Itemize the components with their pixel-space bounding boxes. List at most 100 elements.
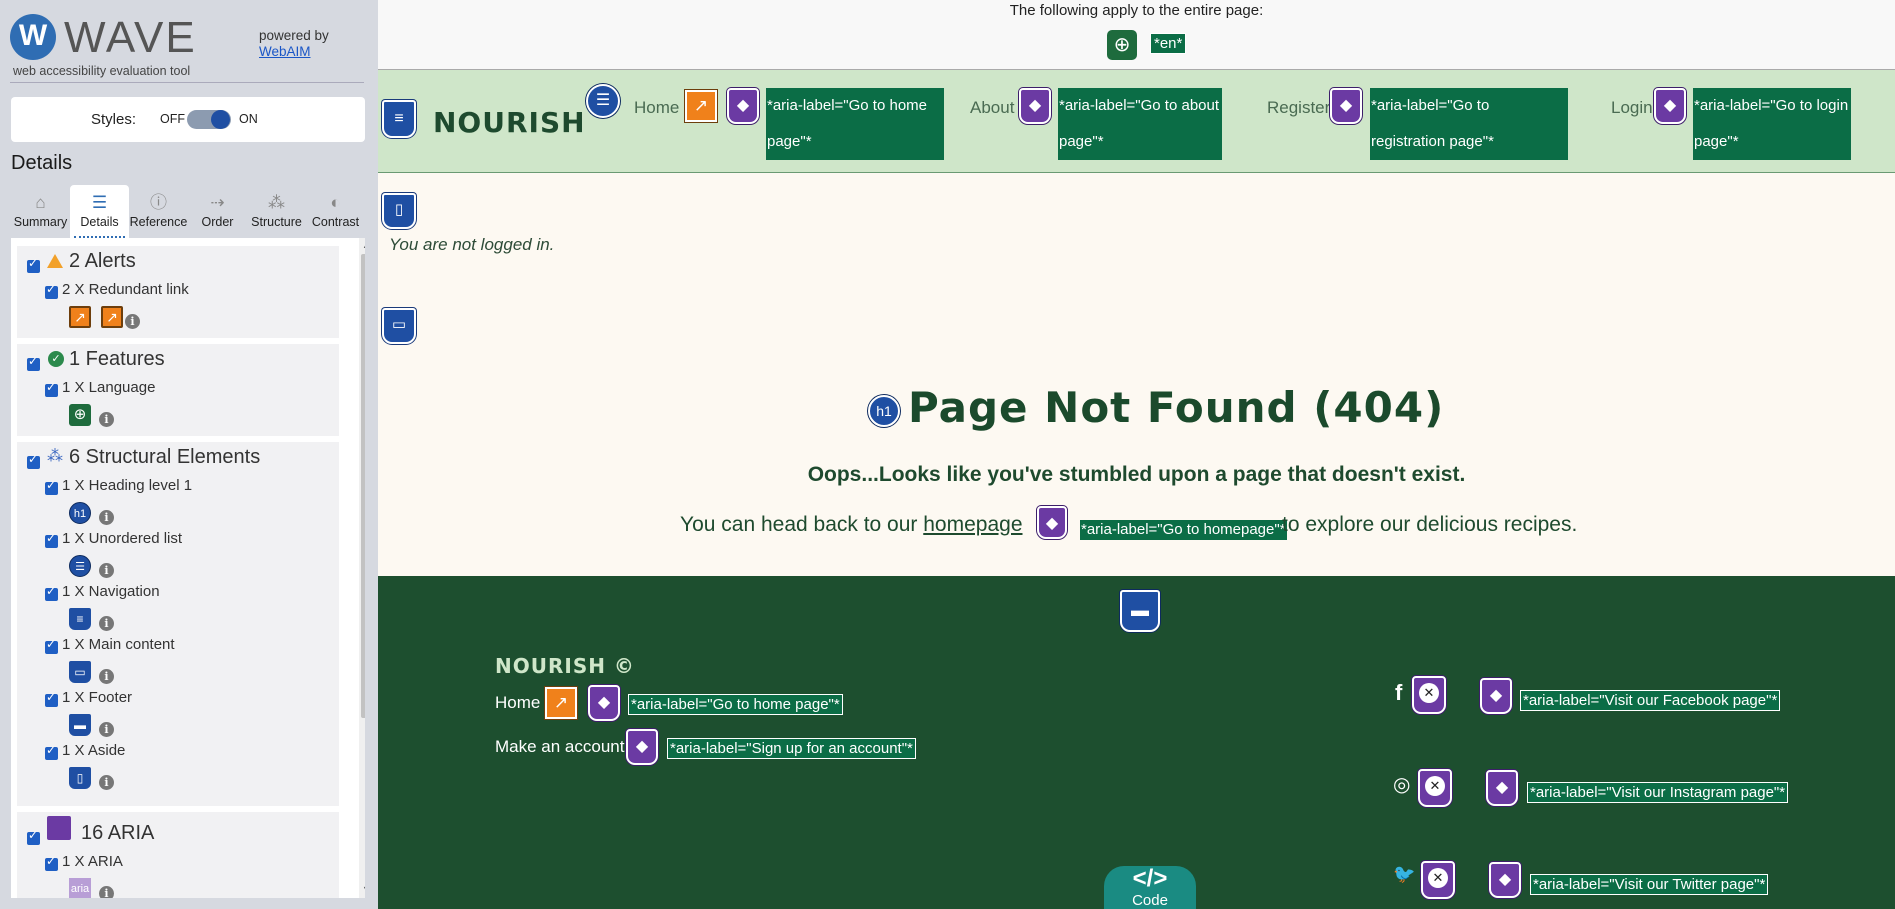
redundant-link-icon[interactable]: ↗ bbox=[101, 306, 123, 328]
tab-contrast[interactable]: ◐ Contrast bbox=[306, 185, 365, 238]
login-status: You are not logged in. bbox=[389, 235, 555, 254]
footer-link-home[interactable]: Home bbox=[495, 693, 540, 713]
redundant-link-checkbox[interactable] bbox=[45, 282, 58, 299]
globe-icon[interactable]: ⊕ bbox=[69, 404, 91, 426]
info-icon[interactable]: i bbox=[125, 314, 140, 329]
aria-tag-icon[interactable]: ◆ bbox=[727, 88, 759, 124]
aria-tag-icon[interactable]: ◆ bbox=[1480, 678, 1512, 714]
scrollbar-thumb[interactable] bbox=[361, 254, 365, 718]
footer-icon[interactable]: ▬ bbox=[1120, 590, 1160, 632]
category-aria: 16 ARIA 1 X ARIA aria i bbox=[17, 812, 339, 898]
aria-label-footer-account: *aria-label="Sign up for an account"* bbox=[667, 738, 916, 759]
nav-link-about[interactable]: About bbox=[970, 98, 1014, 118]
instagram-icon[interactable]: ◎ bbox=[1393, 772, 1410, 797]
aria-tag-icon[interactable]: ◆ bbox=[1330, 88, 1362, 124]
toggle-knob bbox=[211, 110, 230, 129]
footer-checkbox[interactable] bbox=[45, 690, 58, 707]
aside-label: 1 X Aside bbox=[62, 742, 126, 759]
facebook-icon[interactable]: f bbox=[1395, 680, 1402, 706]
info-icon[interactable]: i bbox=[99, 886, 114, 898]
aria-item-label: 1 X ARIA bbox=[62, 853, 123, 870]
info-icon[interactable]: i bbox=[99, 412, 114, 427]
h1-checkbox[interactable] bbox=[45, 478, 58, 495]
aria-checkbox[interactable] bbox=[27, 828, 40, 845]
aside-icon[interactable]: ▯ bbox=[69, 767, 91, 789]
aria-tag-icon[interactable]: ◆ bbox=[1489, 862, 1521, 898]
aria-label-home: *aria-label="Go to home page"* bbox=[766, 88, 944, 160]
list-icon: ☰ bbox=[91, 193, 108, 212]
aside-icon[interactable]: ▯ bbox=[382, 193, 416, 229]
homepage-link[interactable]: homepage bbox=[923, 513, 1022, 536]
aria-tag-icon[interactable]: ◆ bbox=[588, 685, 620, 721]
alerts-checkbox[interactable] bbox=[27, 256, 40, 273]
navigation-icon[interactable]: ≡ bbox=[69, 608, 91, 630]
nav-link-login[interactable]: Login bbox=[1611, 98, 1653, 118]
list-icon[interactable]: ☰ bbox=[69, 555, 91, 577]
tab-label: Summary bbox=[13, 215, 68, 229]
aria-tag-icon[interactable]: ◆ bbox=[1486, 770, 1518, 806]
aria-tag-icon[interactable]: ◆ bbox=[1019, 88, 1051, 124]
heading-icon[interactable]: h1 bbox=[868, 395, 900, 427]
tab-order[interactable]: ⇢ Order bbox=[188, 185, 247, 238]
redundant-link-icon[interactable]: ↗ bbox=[545, 687, 577, 719]
info-icon[interactable]: i bbox=[99, 722, 114, 737]
error-icon[interactable] bbox=[1421, 861, 1455, 899]
styles-toggle[interactable] bbox=[187, 110, 231, 129]
webaim-link[interactable]: WebAIM bbox=[259, 44, 329, 60]
structural-checkbox[interactable] bbox=[27, 452, 40, 469]
footer-link-account[interactable]: Make an account bbox=[495, 737, 624, 757]
aside-checkbox[interactable] bbox=[45, 743, 58, 760]
nav-checkbox[interactable] bbox=[45, 584, 58, 601]
aria-label-facebook: *aria-label="Visit our Facebook page"* bbox=[1520, 690, 1781, 711]
tab-label: Contrast bbox=[311, 215, 360, 229]
order-icon: ⇢ bbox=[210, 193, 225, 212]
redundant-link-icon[interactable]: ↗ bbox=[685, 90, 717, 122]
tab-details[interactable]: ☰ Details bbox=[70, 185, 129, 238]
info-icon[interactable]: i bbox=[99, 669, 114, 684]
aria-tag-icon[interactable]: ◆ bbox=[1654, 88, 1686, 124]
nav-link-home[interactable]: Home bbox=[634, 98, 679, 118]
aria-item-checkbox[interactable] bbox=[45, 854, 58, 871]
aria-tag-icon[interactable]: ◆ bbox=[1037, 506, 1067, 539]
styles-on-label: ON bbox=[239, 112, 258, 126]
footer-label: 1 X Footer bbox=[62, 689, 133, 706]
features-checkbox[interactable] bbox=[27, 354, 40, 371]
tab-summary[interactable]: ⌂ Summary bbox=[11, 185, 70, 238]
heading-icon[interactable]: h1 bbox=[69, 502, 91, 524]
info-icon[interactable]: i bbox=[99, 616, 114, 631]
redundant-link-icon[interactable]: ↗ bbox=[69, 306, 91, 328]
tab-structure[interactable]: ⁂ Structure bbox=[247, 185, 306, 238]
wave-sidebar: W WAVE web accessibility evaluation tool… bbox=[0, 0, 378, 909]
scroll-up-arrow[interactable]: ▲ bbox=[362, 240, 365, 250]
aria-tag-icon[interactable]: ◆ bbox=[626, 729, 658, 765]
info-icon[interactable]: i bbox=[99, 510, 114, 525]
twitter-icon[interactable]: 🐦 bbox=[1393, 864, 1415, 885]
error-icon[interactable] bbox=[1412, 676, 1446, 714]
aria-icon[interactable]: aria bbox=[69, 878, 91, 898]
navigation-icon[interactable]: ≡ bbox=[382, 100, 416, 138]
error-icon[interactable] bbox=[1418, 769, 1452, 807]
footer-icon[interactable]: ▬ bbox=[69, 714, 91, 736]
main-checkbox[interactable] bbox=[45, 637, 58, 654]
sidebar-divider bbox=[10, 82, 364, 83]
code-button[interactable]: </> Code bbox=[1104, 866, 1196, 909]
page-title: Page Not Found (404) bbox=[908, 383, 1445, 432]
tab-reference[interactable]: ⓘ Reference bbox=[129, 185, 188, 238]
unordered-list-icon[interactable]: ☰ bbox=[586, 84, 620, 118]
info-icon[interactable]: i bbox=[99, 563, 114, 578]
aria-label-footer-home: *aria-label="Go to home page"* bbox=[628, 694, 843, 715]
site-brand[interactable]: NOURISH bbox=[433, 106, 586, 139]
main-content-icon[interactable]: ▭ bbox=[382, 308, 416, 344]
main-content-icon[interactable]: ▭ bbox=[69, 661, 91, 683]
ul-checkbox[interactable] bbox=[45, 531, 58, 548]
nav-label: 1 X Navigation bbox=[62, 583, 160, 600]
info-icon[interactable]: i bbox=[99, 775, 114, 790]
language-checkbox[interactable] bbox=[45, 380, 58, 397]
language-globe-icon[interactable]: ⊕ bbox=[1107, 30, 1137, 60]
scroll-down-arrow[interactable]: ▼ bbox=[362, 884, 365, 894]
aria-label-login: *aria-label="Go to login page"* bbox=[1693, 88, 1851, 160]
site-navigation: ≡ NOURISH ☰ Home ↗ ◆ *aria-label="Go to … bbox=[378, 70, 1895, 173]
nav-link-register[interactable]: Register bbox=[1267, 98, 1330, 118]
structure-icon: ⁂ bbox=[47, 448, 63, 465]
check-circle-icon: ✓ bbox=[48, 351, 64, 367]
